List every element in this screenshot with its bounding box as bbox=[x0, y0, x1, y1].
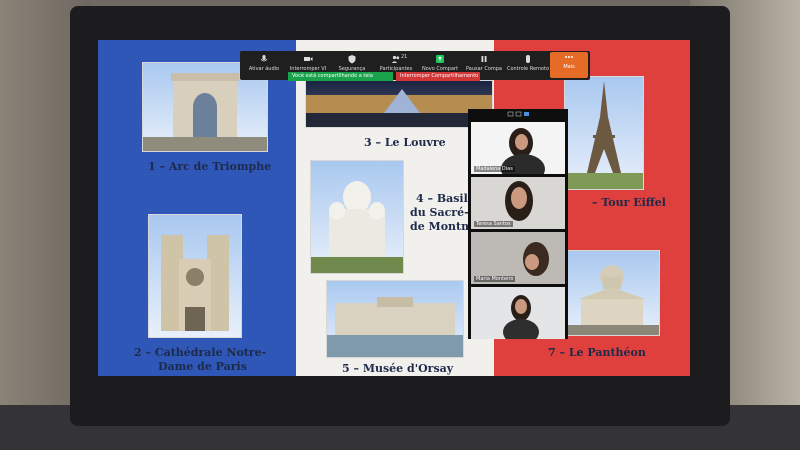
pause-share-button[interactable]: Pausar Compa bbox=[462, 54, 506, 72]
screen: 1 – Arc de Triomphe 2 – Cathédrale Notre… bbox=[98, 40, 690, 376]
caption-musee-orsay: 5 – Musée d'Orsay bbox=[342, 362, 454, 375]
mouse-icon bbox=[526, 55, 530, 63]
more-button[interactable]: Mais bbox=[550, 52, 588, 78]
pantheon-photo bbox=[564, 250, 660, 336]
participant-name: Teresa Santos bbox=[474, 221, 513, 227]
remote-control-button[interactable]: Controle Remoto bbox=[506, 54, 550, 72]
participant-name: Madalena Dias bbox=[474, 166, 515, 172]
sharing-notice: Você está compartilhando a tela bbox=[288, 72, 393, 81]
microphone-icon bbox=[260, 55, 268, 62]
caption-pantheon: 7 – Le Panthéon bbox=[548, 346, 646, 359]
participant-tile[interactable] bbox=[471, 287, 565, 339]
caption-notre-dame-1: 2 – Cathédrale Notre- bbox=[134, 346, 267, 359]
louvre-photo bbox=[305, 80, 493, 128]
minimize-icon bbox=[507, 111, 514, 117]
caption-arc-de-triomphe: 1 – Arc de Triomphe bbox=[148, 160, 272, 173]
participant-tile[interactable]: Teresa Santos bbox=[471, 177, 565, 229]
stop-video-button[interactable]: Interromper VI bbox=[286, 54, 330, 72]
pause-icon bbox=[481, 56, 487, 62]
remote-control-label: Controle Remoto bbox=[506, 66, 549, 72]
participant-name: Maria Monteiro bbox=[474, 276, 516, 282]
sacre-coeur-photo bbox=[310, 160, 404, 274]
more-dots-icon bbox=[565, 56, 573, 58]
notre-dame-photo bbox=[148, 214, 242, 338]
new-share-button[interactable]: Novo Compart bbox=[418, 54, 462, 72]
security-button[interactable]: Segurança bbox=[330, 54, 374, 72]
participants-button[interactable]: 21 Participantes bbox=[374, 54, 418, 72]
eiffel-tower-photo bbox=[564, 76, 644, 190]
unmute-audio-label: Ativar áudio bbox=[248, 66, 280, 72]
share-screen-icon bbox=[436, 55, 444, 63]
caption-louvre: 3 – Le Louvre bbox=[364, 136, 446, 149]
unmute-audio-button[interactable]: Ativar áudio bbox=[242, 54, 286, 72]
caption-eiffel-tower: – Tour Eiffel bbox=[592, 196, 666, 209]
participants-count: 21 bbox=[401, 54, 408, 60]
participant-gallery: Madalena Dias Teresa Santos Maria Montei… bbox=[468, 109, 568, 339]
participant-tile[interactable]: Maria Monteiro bbox=[471, 232, 565, 284]
more-label: Mais bbox=[563, 64, 575, 70]
gallery-view-icon bbox=[524, 112, 529, 116]
caption-notre-dame-2: Dame de Paris bbox=[158, 360, 247, 373]
restore-icon bbox=[515, 111, 522, 117]
gallery-header bbox=[507, 111, 529, 117]
participants-icon bbox=[391, 55, 400, 63]
participant-tile[interactable]: Madalena Dias bbox=[471, 122, 565, 174]
video-camera-icon bbox=[304, 57, 313, 61]
stop-share-button[interactable]: Interromper Compartilhamento bbox=[396, 72, 480, 81]
musee-orsay-photo bbox=[326, 280, 464, 358]
share-status-strip: Você está compartilhando a tela Interrom… bbox=[288, 72, 480, 81]
shield-icon bbox=[348, 55, 356, 64]
